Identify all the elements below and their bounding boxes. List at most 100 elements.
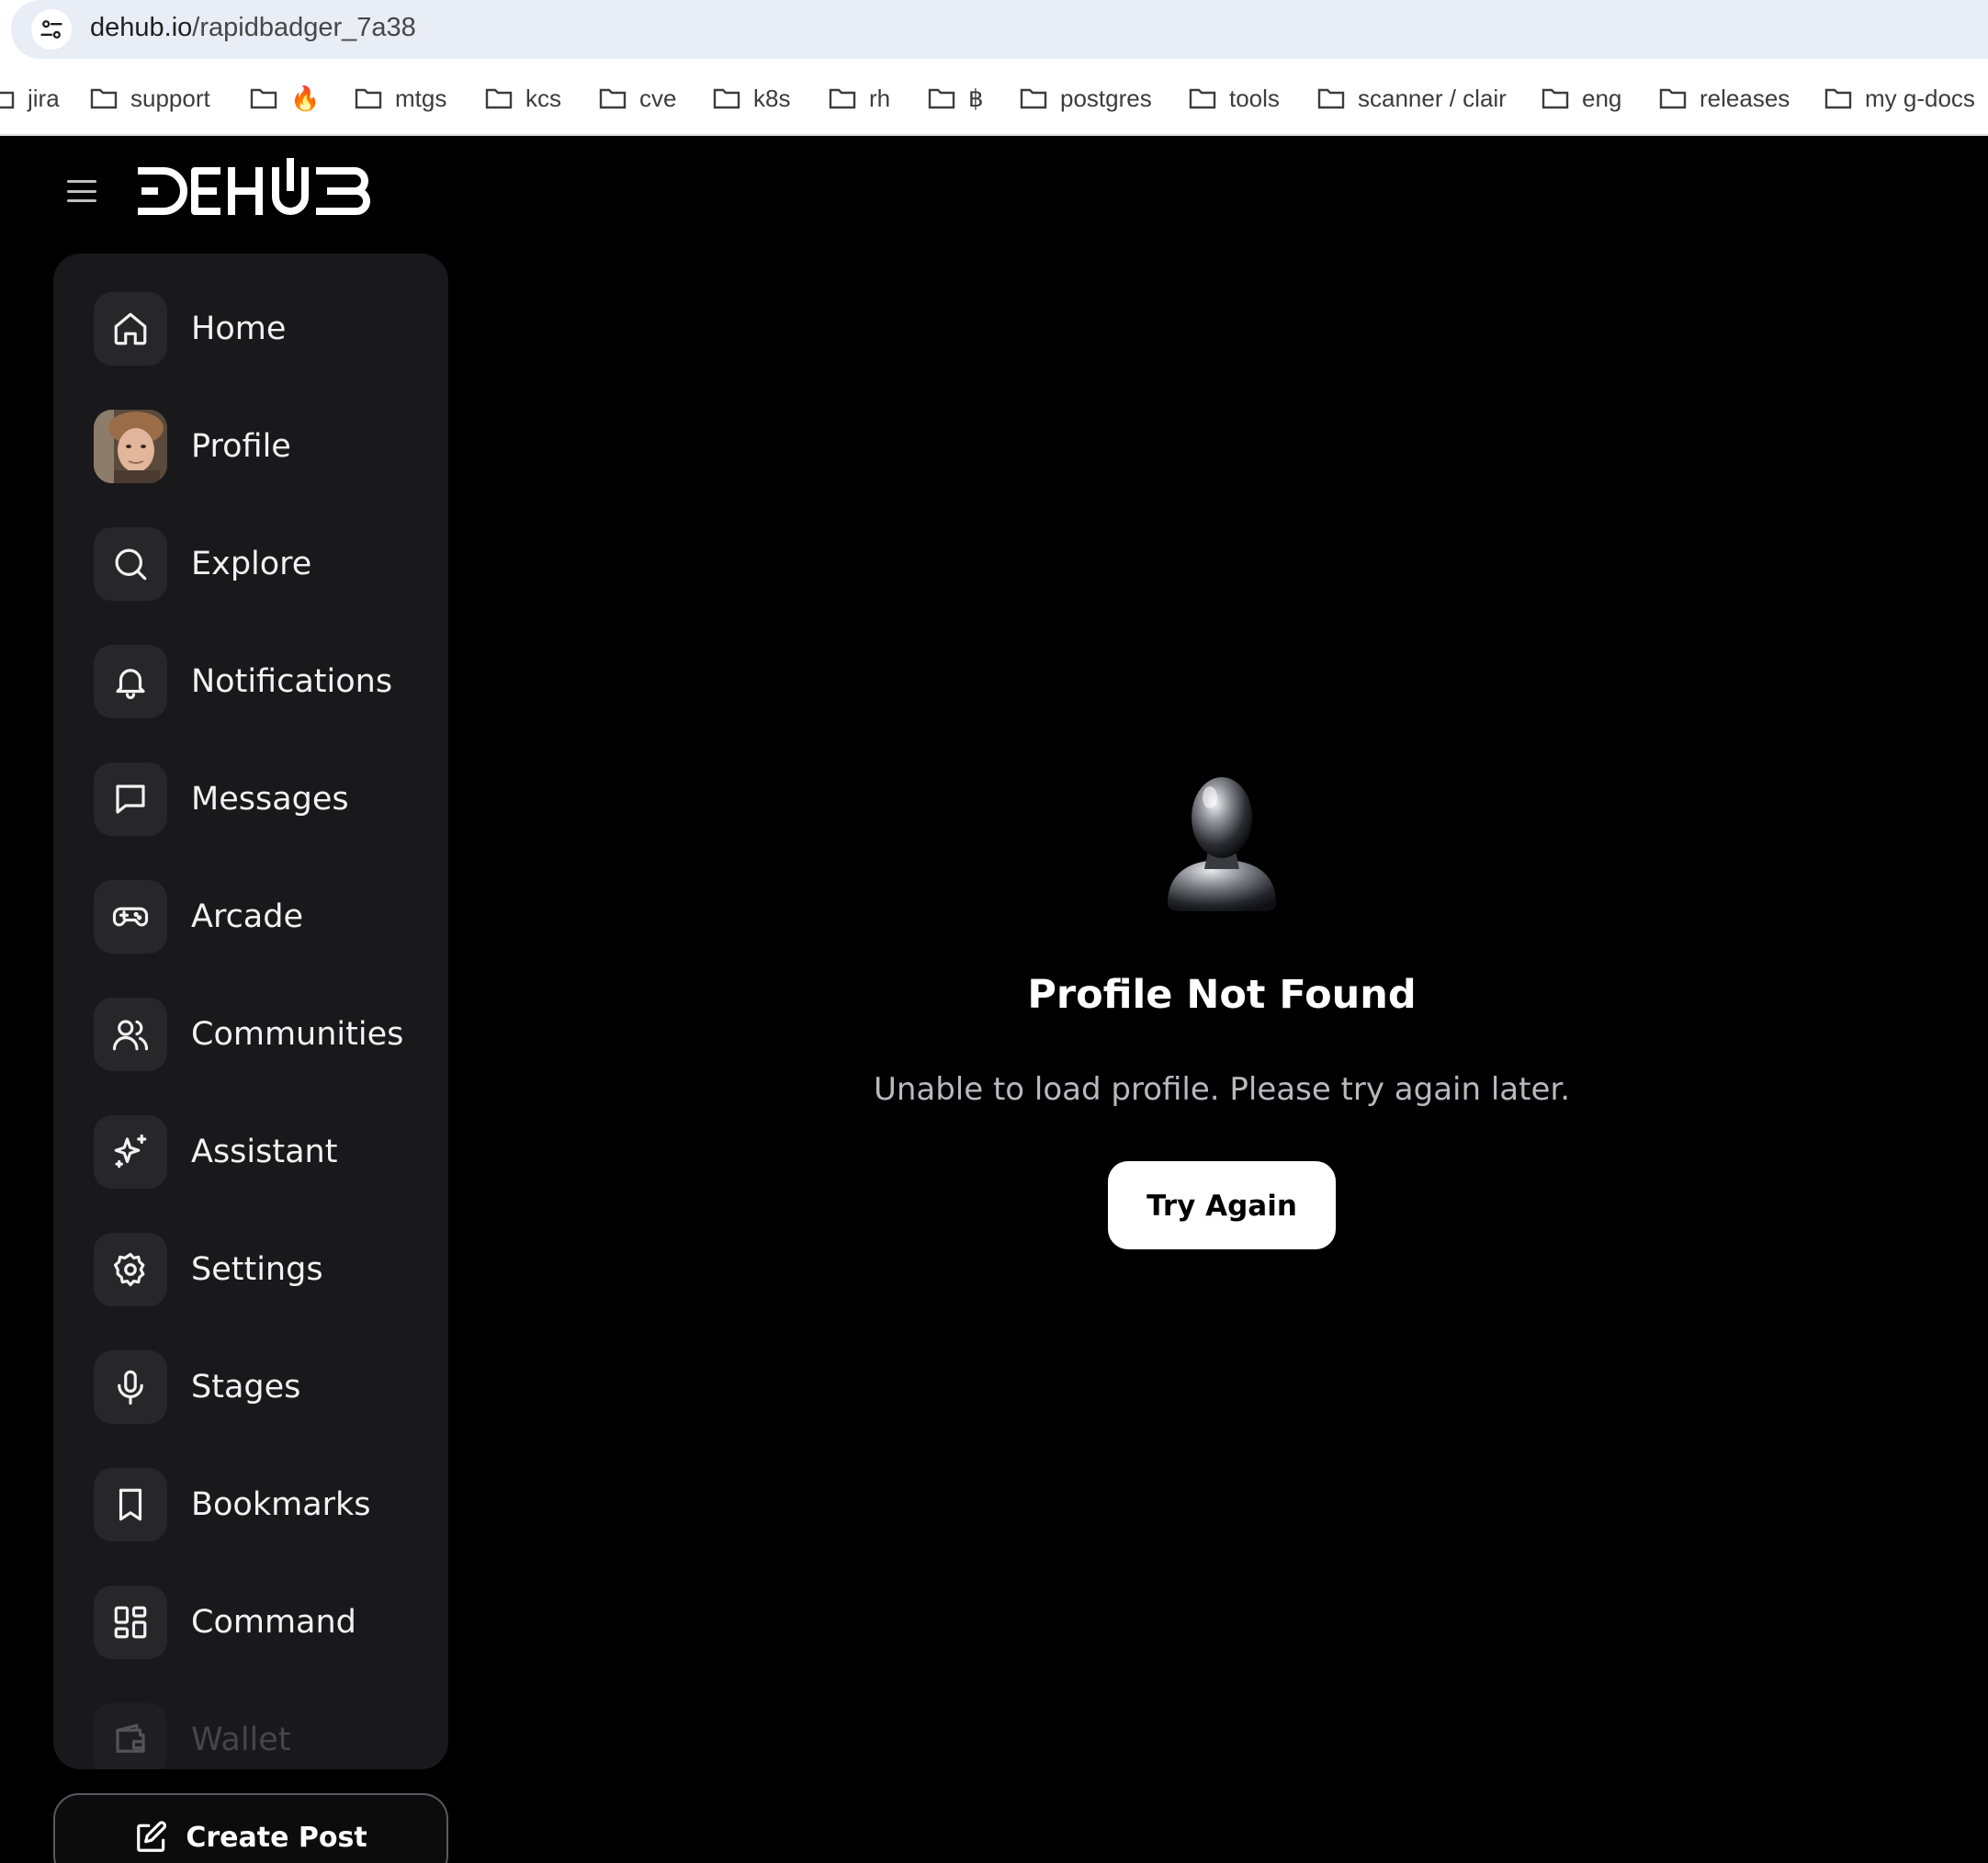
- sidebar-item-home[interactable]: Home: [94, 292, 424, 366]
- bookmark-mtgs[interactable]: mtgs: [355, 83, 446, 114]
- sidebar-item-bookmarks[interactable]: Bookmarks: [94, 1468, 424, 1541]
- omnibox[interactable]: dehub.io/rapidbadger_7a38: [11, 0, 1988, 59]
- sidebar-nav: Home Profile Explore Notifications Messa…: [53, 254, 448, 1769]
- folder-icon: [1020, 88, 1047, 109]
- sidebar-item-messages[interactable]: Messages: [94, 762, 424, 836]
- sidebar-item-arcade[interactable]: Arcade: [94, 880, 424, 954]
- empty-state-message: Unable to load profile. Please try again…: [873, 1071, 1571, 1108]
- folder-icon: [1317, 88, 1345, 109]
- sidebar-item-command[interactable]: Command: [94, 1586, 424, 1659]
- bookmark-label: support: [130, 84, 210, 112]
- folder-icon: [355, 88, 382, 109]
- create-post-button[interactable]: Create Post: [53, 1793, 448, 1863]
- sidebar-item-label: Assistant: [191, 1134, 338, 1170]
- sidebar-item-label: Home: [191, 310, 287, 347]
- bookmark-baht[interactable]: ฿: [928, 83, 984, 114]
- avatar: [94, 410, 167, 483]
- sidebar-item-settings[interactable]: Settings: [94, 1233, 424, 1306]
- folder-icon: [599, 88, 627, 109]
- bookmark-jira[interactable]: jira: [0, 83, 60, 114]
- bell-icon: [94, 645, 167, 718]
- sidebar-item-label: Notifications: [191, 663, 393, 700]
- app-root: Home Profile Explore Notifications Messa…: [0, 136, 1988, 1863]
- gear-icon: [94, 1233, 167, 1306]
- sidebar-item-stages[interactable]: Stages: [94, 1350, 424, 1424]
- search-icon: [94, 527, 167, 601]
- sidebar-item-communities[interactable]: Communities: [94, 998, 424, 1071]
- sidebar-item-label: Profile: [191, 428, 291, 465]
- wallet-icon: [94, 1703, 167, 1769]
- folder-icon: [1542, 88, 1569, 109]
- browser-address-bar: dehub.io/rapidbadger_7a38: [0, 0, 1988, 61]
- sidebar-item-label: Messages: [191, 781, 349, 818]
- dashboard-icon: [94, 1586, 167, 1659]
- bookmark-eng[interactable]: eng: [1542, 83, 1621, 114]
- sidebar-item-profile[interactable]: Profile: [94, 410, 424, 483]
- folder-icon: [713, 88, 740, 109]
- sidebar-item-label: Bookmarks: [191, 1486, 371, 1523]
- sidebar-item-label: Wallet: [191, 1722, 291, 1758]
- bookmark-rh[interactable]: rh: [829, 83, 890, 114]
- profile-empty-state: Profile Not Found Unable to load profile…: [827, 770, 1617, 1249]
- bookmark-label: tools: [1229, 84, 1280, 112]
- bookmark-support[interactable]: support: [90, 83, 210, 114]
- folder-icon: [829, 88, 856, 109]
- sidebar-item-label: Command: [191, 1604, 356, 1641]
- message-icon: [94, 762, 167, 836]
- bookmark-label: rh: [869, 84, 891, 112]
- sidebar-item-label: Settings: [191, 1251, 323, 1288]
- sidebar-item-assistant[interactable]: Assistant: [94, 1115, 424, 1189]
- bookmark-cve[interactable]: cve: [599, 83, 676, 114]
- folder-icon: [485, 88, 513, 109]
- folder-icon: [90, 88, 118, 109]
- bookmark-releases[interactable]: releases: [1659, 83, 1790, 114]
- folder-icon: [1824, 88, 1852, 109]
- sidebar-item-notifications[interactable]: Notifications: [94, 645, 424, 718]
- bookmark-label: releases: [1700, 84, 1790, 112]
- anonymous-user-icon: [1168, 777, 1276, 911]
- tune-icon[interactable]: [31, 9, 72, 50]
- bookmark-scanner-clair[interactable]: scanner / clair: [1317, 83, 1507, 114]
- bookmarks-bar: jira support 🔥 mtgs kcs cve k8s rh ฿ pos…: [0, 61, 1988, 136]
- bookmark-fire[interactable]: 🔥: [250, 83, 320, 114]
- bookmark-label: mtgs: [395, 84, 447, 112]
- empty-state-title: Profile Not Found: [1027, 972, 1417, 1018]
- folder-icon: [1189, 88, 1216, 109]
- bookmark-label: postgres: [1060, 84, 1152, 112]
- sidebar-item-label: Stages: [191, 1369, 301, 1406]
- sidebar-item-explore[interactable]: Explore: [94, 527, 424, 601]
- gamepad-icon: [94, 880, 167, 954]
- url-text[interactable]: dehub.io/rapidbadger_7a38: [90, 13, 416, 43]
- bookmark-label: cve: [639, 84, 677, 112]
- microphone-icon: [94, 1350, 167, 1424]
- try-again-button[interactable]: Try Again: [1108, 1161, 1336, 1249]
- sidebar-item-label: Arcade: [191, 898, 304, 935]
- users-icon: [94, 998, 167, 1071]
- folder-icon: [1659, 88, 1687, 109]
- bookmark-k8s[interactable]: k8s: [713, 83, 790, 114]
- sidebar-item-label: Explore: [191, 546, 312, 582]
- bookmark-label: kcs: [525, 84, 561, 112]
- url-path: /rapidbadger_7a38: [192, 13, 416, 42]
- folder-icon: [928, 88, 955, 109]
- bookmark-label: jira: [28, 84, 60, 112]
- bookmark-tools[interactable]: tools: [1189, 83, 1280, 114]
- folder-icon: [250, 88, 277, 109]
- bookmark-label: my g-docs: [1865, 84, 1975, 112]
- bookmark-icon: [94, 1468, 167, 1541]
- bookmark-label: 🔥: [290, 84, 321, 112]
- url-host: dehub.io: [90, 13, 193, 42]
- sidebar-item-wallet[interactable]: Wallet: [94, 1703, 424, 1769]
- bookmark-my-g-docs[interactable]: my g-docs: [1824, 83, 1975, 114]
- sidebar-item-label: Communities: [191, 1016, 404, 1053]
- bookmark-label: ฿: [968, 84, 984, 112]
- bookmark-postgres[interactable]: postgres: [1020, 83, 1152, 114]
- hamburger-menu-icon[interactable]: [64, 176, 99, 206]
- home-icon: [94, 292, 167, 366]
- bookmark-kcs[interactable]: kcs: [485, 83, 561, 114]
- create-post-label: Create Post: [186, 1821, 367, 1854]
- bookmark-label: eng: [1582, 84, 1622, 112]
- dehub-logo[interactable]: [136, 156, 380, 222]
- bookmark-label: k8s: [753, 84, 791, 112]
- edit-icon: [137, 1821, 167, 1852]
